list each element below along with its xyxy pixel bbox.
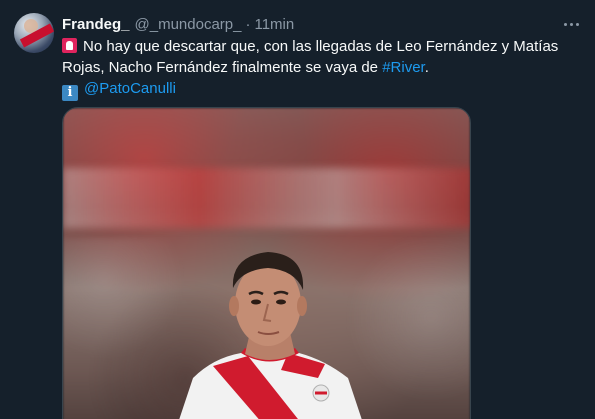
photo-player — [179, 252, 362, 419]
avatar[interactable] — [14, 13, 54, 53]
mention-link[interactable]: @PatoCanulli — [84, 80, 176, 97]
tweet-photo[interactable] — [62, 107, 471, 419]
tweet-text-period: . — [424, 59, 429, 76]
tweet-line-3: i @PatoCanulli — [62, 78, 582, 101]
tweet-text-line1: No hay que descartar que, con las llegad… — [83, 38, 559, 55]
tweet[interactable]: Frandeg_ @_mundocarp_ · 11min No hay que… — [0, 0, 595, 419]
red-siren-emoji — [62, 38, 77, 53]
separator-dot: · — [245, 15, 251, 33]
tweet-text: No hay que descartar que, con las llegad… — [62, 36, 582, 101]
hashtag-link[interactable]: #River — [382, 59, 425, 76]
tweet-line-1: No hay que descartar que, con las llegad… — [62, 36, 582, 57]
tweet-header: Frandeg_ @_mundocarp_ · 11min — [62, 14, 294, 34]
info-emoji: i — [62, 85, 78, 101]
tweet-text-line2: Rojas, Nacho Fernández finalmente se vay… — [62, 59, 383, 76]
display-name[interactable]: Frandeg_ — [62, 16, 130, 33]
more-options-icon[interactable] — [560, 13, 582, 35]
timestamp[interactable]: 11min — [254, 16, 294, 33]
user-handle[interactable]: @_mundocarp_ — [135, 16, 242, 33]
tweet-line-2: Rojas, Nacho Fernández finalmente se vay… — [62, 57, 582, 78]
